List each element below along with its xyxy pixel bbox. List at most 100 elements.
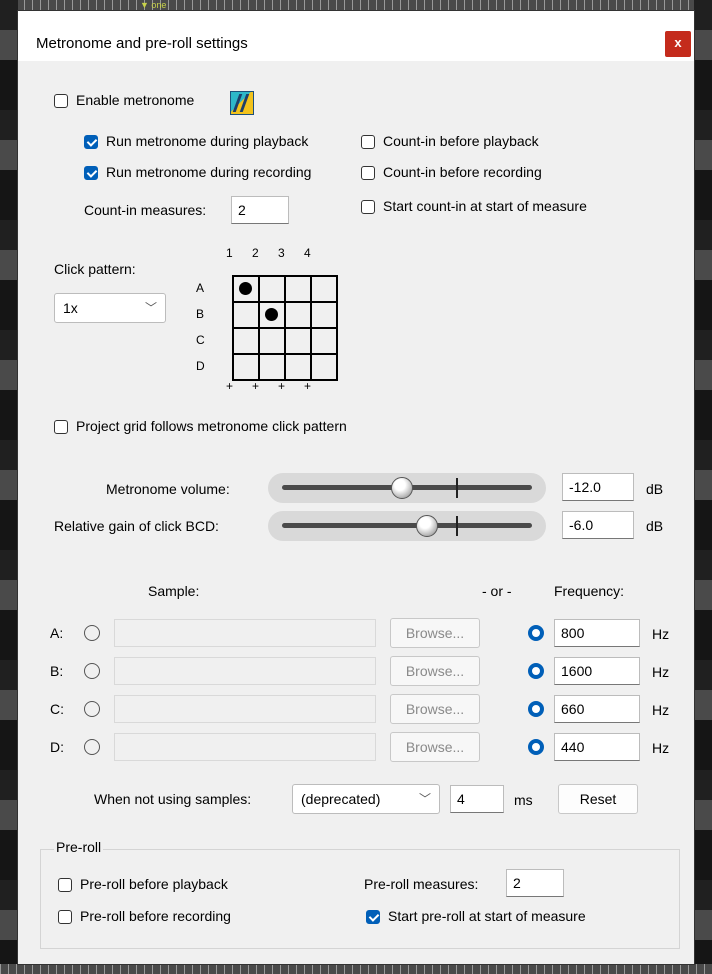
relative-gain-unit: dB	[646, 518, 664, 534]
metronome-volume-input[interactable]: -12.0	[562, 473, 634, 501]
sample-row-label: B:	[50, 663, 64, 679]
preroll-measures-input[interactable]: 2	[506, 869, 564, 897]
countin-playback-checkbox[interactable]	[361, 135, 375, 149]
pattern-dot	[239, 282, 252, 295]
run-during-recording-label: Run metronome during recording	[106, 164, 312, 180]
metronome-volume-label: Metronome volume:	[106, 481, 230, 497]
browse-button[interactable]: Browse...	[390, 694, 480, 724]
pattern-cell[interactable]	[234, 355, 260, 381]
timeline-ruler-bottom	[0, 964, 712, 974]
sample-row-label: A:	[50, 625, 64, 641]
countin-measures-label: Count-in measures:	[84, 202, 207, 218]
not-using-samples-ms-input[interactable]: 4	[450, 785, 504, 813]
frequency-radio[interactable]	[528, 663, 544, 679]
pattern-cell[interactable]	[312, 277, 338, 303]
dialog-titlebar: Metronome and pre-roll settings x	[18, 11, 694, 61]
preroll-playback-label: Pre-roll before playback	[80, 876, 228, 892]
pattern-cell[interactable]	[286, 355, 312, 381]
run-during-recording-checkbox[interactable]	[84, 166, 98, 180]
frequency-input[interactable]: 800	[554, 619, 640, 647]
sample-path-field[interactable]	[114, 619, 376, 647]
pattern-cell[interactable]	[312, 329, 338, 355]
countin-start-measure-label: Start count-in at start of measure	[383, 198, 587, 214]
browse-button[interactable]: Browse...	[390, 656, 480, 686]
pattern-cell[interactable]	[260, 329, 286, 355]
metronome-volume-slider[interactable]	[268, 473, 546, 503]
pattern-mark-1: +	[226, 379, 234, 393]
slider-thumb[interactable]	[416, 515, 438, 537]
sample-path-field[interactable]	[114, 733, 376, 761]
sample-radio[interactable]	[84, 625, 100, 641]
timeline-ruler	[0, 0, 712, 10]
relative-gain-slider[interactable]	[268, 511, 546, 541]
ms-unit: ms	[514, 792, 533, 808]
timeline-marker: ▼ one	[140, 0, 167, 10]
pattern-col-4: 4	[304, 246, 311, 260]
enable-metronome-checkbox[interactable]	[54, 94, 68, 108]
hz-unit: Hz	[652, 664, 670, 680]
frequency-input[interactable]: 660	[554, 695, 640, 723]
sample-radio[interactable]	[84, 701, 100, 717]
slider-zero-tick	[456, 478, 458, 498]
close-button[interactable]: x	[665, 31, 691, 57]
preroll-group	[40, 849, 680, 949]
relative-gain-input[interactable]: -6.0	[562, 511, 634, 539]
frequency-radio[interactable]	[528, 739, 544, 755]
pattern-row-c: C	[196, 333, 205, 347]
pattern-cell[interactable]	[260, 303, 286, 329]
not-using-samples-select[interactable]: (deprecated) ﹀	[292, 784, 440, 814]
waveform-right	[694, 0, 712, 974]
countin-measures-input[interactable]: 2	[231, 196, 289, 224]
sample-path-field[interactable]	[114, 657, 376, 685]
pattern-cell[interactable]	[260, 355, 286, 381]
frequency-radio[interactable]	[528, 701, 544, 717]
waveform-left	[0, 0, 18, 974]
pattern-cell[interactable]	[260, 277, 286, 303]
sample-row-label: C:	[50, 701, 64, 717]
run-during-playback-checkbox[interactable]	[84, 135, 98, 149]
countin-recording-checkbox[interactable]	[361, 166, 375, 180]
preroll-recording-checkbox[interactable]	[58, 910, 72, 924]
pattern-row-a: A	[196, 281, 205, 295]
frequency-input[interactable]: 1600	[554, 657, 640, 685]
pattern-cell[interactable]	[286, 329, 312, 355]
chevron-down-icon: ﹀	[144, 301, 157, 315]
project-grid-label: Project grid follows metronome click pat…	[76, 418, 347, 434]
run-during-playback-label: Run metronome during playback	[106, 133, 309, 149]
not-using-samples-select-value: (deprecated)	[301, 791, 381, 807]
pattern-row-d: D	[196, 359, 205, 373]
pattern-cell[interactable]	[234, 329, 260, 355]
pattern-cell[interactable]	[286, 277, 312, 303]
sample-radio[interactable]	[84, 663, 100, 679]
sample-header: Sample:	[148, 583, 200, 599]
sample-path-field[interactable]	[114, 695, 376, 723]
pattern-cell[interactable]	[312, 355, 338, 381]
browse-button[interactable]: Browse...	[390, 618, 480, 648]
pattern-cell[interactable]	[312, 303, 338, 329]
preroll-start-measure-checkbox[interactable]	[366, 910, 380, 924]
pattern-col-2: 2	[252, 246, 259, 260]
countin-recording-label: Count-in before recording	[383, 164, 542, 180]
frequency-radio[interactable]	[528, 625, 544, 641]
pattern-col-1: 1	[226, 246, 233, 260]
hz-unit: Hz	[652, 702, 670, 718]
click-pattern-select[interactable]: 1x ﹀	[54, 293, 166, 323]
pattern-mark-3: +	[278, 379, 286, 393]
slider-thumb[interactable]	[391, 477, 413, 499]
frequency-input[interactable]: 440	[554, 733, 640, 761]
timeline-marker-label: one	[151, 0, 167, 10]
pattern-cell[interactable]	[286, 303, 312, 329]
not-using-samples-label: When not using samples:	[94, 791, 252, 807]
project-grid-checkbox[interactable]	[54, 420, 68, 434]
pattern-cell[interactable]	[234, 277, 260, 303]
pattern-cell[interactable]	[234, 303, 260, 329]
reset-button[interactable]: Reset	[558, 784, 638, 814]
click-pattern-label: Click pattern:	[54, 261, 136, 277]
metronome-app-icon[interactable]	[230, 91, 254, 115]
countin-start-measure-checkbox[interactable]	[361, 200, 375, 214]
sample-row-label: D:	[50, 739, 64, 755]
preroll-playback-checkbox[interactable]	[58, 878, 72, 892]
preroll-recording-label: Pre-roll before recording	[80, 908, 231, 924]
browse-button[interactable]: Browse...	[390, 732, 480, 762]
sample-radio[interactable]	[84, 739, 100, 755]
